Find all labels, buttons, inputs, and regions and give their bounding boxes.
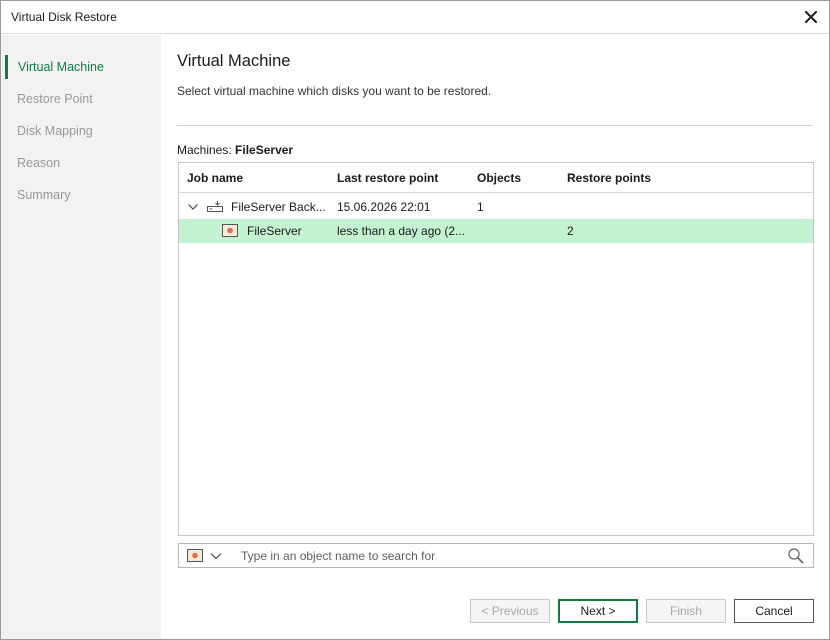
table-header: Job name Last restore point Objects Rest… (179, 163, 813, 193)
column-header-last-restore-point[interactable]: Last restore point (337, 171, 438, 185)
search-icon (788, 548, 804, 564)
wizard-steps-sidebar: Virtual Machine Restore Point Disk Mappi… (1, 35, 161, 639)
column-header-restore-points[interactable]: Restore points (567, 171, 651, 185)
sidebar-item-reason: Reason (17, 156, 61, 170)
close-button[interactable] (799, 5, 823, 29)
expand-toggle[interactable] (187, 201, 199, 216)
vm-filter-icon (187, 549, 203, 562)
machines-table: Job name Last restore point Objects Rest… (178, 162, 814, 536)
object-type-filter[interactable] (187, 549, 203, 565)
backup-job-icon (206, 200, 224, 217)
last-restore-point-cell: 15.06.2026 22:01 (337, 200, 431, 214)
page-description: Select virtual machine which disks you w… (177, 84, 492, 98)
machines-summary: Machines: FileServer (177, 143, 293, 157)
search-button[interactable] (787, 547, 805, 568)
cancel-button[interactable]: Cancel (734, 599, 814, 623)
column-header-job-name[interactable]: Job name (187, 171, 243, 185)
column-header-objects[interactable]: Objects (477, 171, 521, 185)
objects-cell: 1 (477, 200, 484, 214)
next-button[interactable]: Next > (558, 599, 638, 623)
close-icon (805, 11, 817, 23)
filter-dropdown-toggle[interactable] (210, 550, 222, 565)
chevron-down-icon (188, 204, 198, 210)
object-search-box (178, 543, 814, 568)
chevron-down-icon (210, 553, 222, 560)
machines-value: FileServer (235, 143, 294, 157)
sidebar-item-disk-mapping: Disk Mapping (17, 124, 93, 138)
vm-icon (222, 224, 238, 240)
title-bar: Virtual Disk Restore (1, 1, 829, 34)
sidebar-item-summary: Summary (17, 188, 71, 202)
page-title: Virtual Machine (177, 52, 291, 70)
main-content: Virtual Machine Select virtual machine w… (161, 35, 829, 639)
last-restore-point-cell: less than a day ago (2... (337, 224, 466, 238)
sidebar-item-restore-point: Restore Point (17, 92, 93, 106)
previous-button[interactable]: < Previous (470, 599, 550, 623)
search-input[interactable] (239, 547, 779, 565)
table-row-selected[interactable]: FileServer less than a day ago (2... 2 (179, 219, 813, 243)
machines-label: Machines: (177, 143, 232, 157)
dialog-window: Virtual Disk Restore Virtual Machine Res… (0, 0, 830, 640)
finish-button[interactable]: Finish (646, 599, 726, 623)
table-row[interactable]: FileServer Back... 15.06.2026 22:01 1 (179, 195, 813, 219)
restore-points-cell: 2 (567, 224, 574, 238)
header-divider (177, 125, 813, 126)
job-name-cell: FileServer Back... (231, 200, 326, 214)
window-title: Virtual Disk Restore (11, 10, 117, 24)
job-name-cell: FileServer (247, 224, 302, 238)
sidebar-item-virtual-machine[interactable]: Virtual Machine (5, 55, 155, 79)
